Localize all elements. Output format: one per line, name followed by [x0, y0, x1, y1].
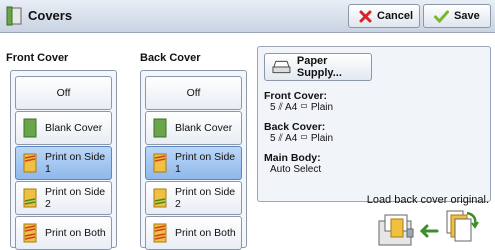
back-cover-info-label: Back Cover:: [264, 121, 326, 133]
cancel-button[interactable]: Cancel: [348, 4, 420, 28]
main-body-info-label: Main Body:: [264, 152, 321, 164]
front-option-print-side-2[interactable]: Print on Side 2: [15, 181, 112, 215]
print-both-icon: [23, 223, 37, 243]
option-label: Print on Both: [175, 227, 236, 239]
option-label: Print on Side 2: [175, 186, 236, 210]
option-label: Print on Both: [45, 227, 106, 239]
front-option-print-both[interactable]: Print on Both: [15, 216, 112, 250]
back-option-print-both[interactable]: Print on Both: [145, 216, 242, 250]
cancel-x-icon: [359, 10, 372, 22]
front-option-print-side-1[interactable]: Print on Side 1: [15, 146, 112, 180]
back-cover-info-value: 5 ⫽ A4 ▭ Plain: [270, 133, 334, 144]
save-button[interactable]: Save: [423, 4, 491, 28]
paper-tray-icon: [272, 60, 291, 74]
front-option-blank-cover[interactable]: Blank Cover: [15, 111, 112, 145]
title-bar: Covers Cancel Save: [0, 0, 495, 33]
front-cover-info-label: Front Cover:: [264, 90, 327, 102]
option-label: Print on Side 1: [175, 151, 236, 175]
option-label: Print on Side 1: [45, 151, 106, 175]
option-label: Off: [186, 87, 201, 99]
front-cover-options: Off Blank Cover Print on Side 1 Print on…: [10, 70, 117, 250]
back-cover-options: Off Blank Cover Print on Side 1 Print on…: [140, 70, 247, 250]
option-label: Print on Side 2: [45, 186, 106, 210]
load-original-message: Load back cover original.: [366, 194, 489, 206]
paper-supply-label: Paper Supply...: [296, 55, 342, 79]
page-title: Covers: [28, 8, 73, 23]
option-label: Blank Cover: [45, 122, 103, 134]
option-label: Blank Cover: [175, 122, 233, 134]
print-side-2-icon: [153, 188, 167, 208]
front-cover-info-value: 5 ⫽ A4 ▭ Plain: [270, 102, 334, 113]
paper-supply-button[interactable]: Paper Supply...: [264, 53, 372, 81]
back-option-print-side-1[interactable]: Print on Side 1: [145, 146, 242, 180]
print-side-1-icon: [153, 153, 167, 173]
option-label: Off: [56, 87, 71, 99]
cancel-label: Cancel: [377, 10, 414, 22]
back-option-print-side-2[interactable]: Print on Side 2: [145, 181, 242, 215]
front-cover-heading: Front Cover: [6, 52, 69, 64]
load-original-illustration-icon: [378, 210, 479, 246]
blank-cover-icon: [153, 118, 167, 138]
covers-icon: [6, 6, 22, 26]
print-side-2-icon: [23, 188, 37, 208]
print-side-1-icon: [23, 153, 37, 173]
front-option-off[interactable]: Off: [15, 76, 112, 110]
save-check-icon: [434, 10, 449, 23]
main-body-info-value: Auto Select: [270, 164, 322, 175]
back-option-off[interactable]: Off: [145, 76, 242, 110]
print-both-icon: [153, 223, 167, 243]
cover-info-panel: Paper Supply... Front Cover: 5 ⫽ A4 ▭ Pl…: [257, 46, 491, 202]
save-label: Save: [454, 10, 480, 22]
back-option-blank-cover[interactable]: Blank Cover: [145, 111, 242, 145]
back-cover-heading: Back Cover: [140, 52, 201, 64]
blank-cover-icon: [23, 118, 37, 138]
